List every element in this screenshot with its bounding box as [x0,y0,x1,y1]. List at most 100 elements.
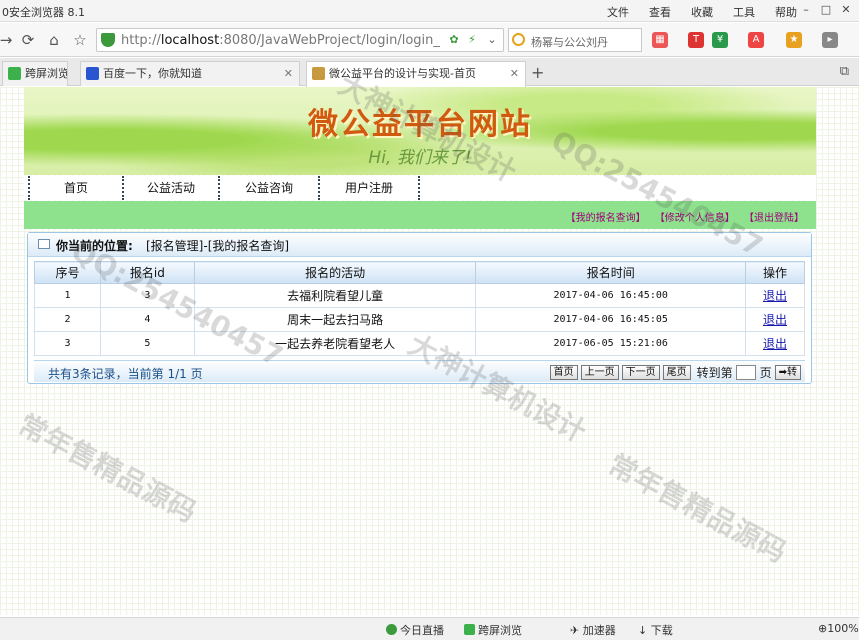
menu-favorites[interactable]: 收藏 [691,4,713,20]
nav-home[interactable]: 首页 [28,176,124,200]
search-box[interactable]: 杨幂与公公刘丹 [508,28,642,52]
play-icon [386,624,397,635]
nav-consulting[interactable]: 公益咨询 [220,176,320,200]
status-download[interactable]: ↓ 下载 [638,622,673,638]
more-icon[interactable]: ▸ [822,32,838,48]
paw-icon [86,67,99,80]
last-page-button[interactable]: 尾页 [662,365,691,380]
registration-panel: 你当前的位置: [报名管理]-[我的报名查询] 序号 报名id 报名的活动 报名… [27,232,812,384]
col-activity: 报名的活动 [193,261,477,284]
new-tab-icon[interactable]: + [531,63,544,82]
user-links: 【我的报名查询】 【修改个人信息】 【退出登陆】 [560,209,804,224]
logout-link[interactable]: 【退出登陆】 [744,213,804,224]
tab-cross-screen[interactable]: 跨屏浏览 [2,61,68,86]
quit-link[interactable]: 退出 [763,289,787,303]
status-zoom[interactable]: ⊕100% [818,622,859,635]
cell-action: 退出 [745,307,805,332]
record-summary: 共有3条记录，当前第 1/1 页 [48,367,203,381]
zoom-icon: ⊕ [818,622,828,635]
status-live[interactable]: 今日直播 [386,622,444,638]
page-unit-label: 页 [759,366,772,380]
search-text[interactable]: 杨幂与公公刘丹 [531,34,637,50]
table-footer: 共有3条记录，当前第 1/1 页 首页 上一页 下一页 尾页 转到第 页 ➡转 [34,360,805,382]
download-icon: ↓ [638,624,651,637]
star-icon[interactable]: ☆ [70,30,90,50]
menu-view[interactable]: 查看 [649,4,671,20]
minimize-icon[interactable]: – [797,2,815,18]
menu-file[interactable]: 文件 [607,4,629,20]
shield-icon [101,33,115,47]
registration-table: 序号 报名id 报名的活动 报名时间 操作 1 3 去福利院看望儿童 2017-… [34,261,805,356]
status-cross-screen[interactable]: 跨屏浏览 [464,622,522,638]
user-bar: 【我的报名查询】 【修改个人信息】 【退出登陆】 [24,201,816,229]
go-button[interactable]: ➡转 [774,365,801,380]
prev-page-button[interactable]: 上一页 [580,365,619,380]
cell-no: 1 [34,283,101,308]
edit-profile-link[interactable]: 【修改个人信息】 [655,213,735,224]
cell-time: 2017-04-06 16:45:05 [475,307,747,332]
watermark: 常年售精品源码 [13,407,202,529]
window-buttons: – □ ✕ [797,2,855,18]
browser-titlebar: 0安全浏览器 8.1 文件 查看 收藏 工具 帮助 – □ ✕ [0,0,859,22]
tab-list-icon[interactable]: ⧉ [840,64,849,79]
close-icon[interactable]: ✕ [837,2,855,18]
jump-label: 转到第 [696,366,733,380]
menu-help[interactable]: 帮助 [775,4,797,20]
browser-menu: 文件 查看 收藏 工具 帮助 [587,4,797,20]
address-url[interactable]: http://localhost:8080/JavaWebProject/log… [121,33,441,48]
my-registrations-link[interactable]: 【我的报名查询】 [566,213,646,224]
phone-icon [8,67,21,80]
address-bar[interactable]: http://localhost:8080/JavaWebProject/log… [96,28,504,52]
tab-baidu[interactable]: 百度一下，你就知道 ✕ [80,61,300,86]
table-header-row: 序号 报名id 报名的活动 报名时间 操作 [34,261,805,284]
nav-activities[interactable]: 公益活动 [124,176,220,200]
col-id: 报名id [99,261,195,284]
site-banner: 微公益平台网站 Hi, 我们来了! [24,87,816,175]
browser-tabs: 跨屏浏览 百度一下，你就知道 ✕ 微公益平台的设计与实现-首页 ✕ + ⧉ [0,58,859,87]
window-icon [38,239,50,249]
game-icon[interactable]: ★ [786,32,802,48]
tab-close-icon[interactable]: ✕ [510,62,519,86]
translate-icon[interactable]: T [688,32,704,48]
page-favicon-icon [312,67,325,80]
rocket-icon: ✈ [570,624,583,637]
back-arrow-icon[interactable]: → [0,30,16,50]
col-no: 序号 [34,261,101,284]
site-title: 微公益平台网站 [308,107,532,142]
accelerate-icon[interactable]: ✿ [447,33,461,47]
menu-tools[interactable]: 工具 [733,4,755,20]
home-icon[interactable]: ⌂ [44,30,64,50]
quit-link[interactable]: 退出 [763,313,787,327]
col-action: 操作 [745,261,805,284]
cell-id: 5 [99,331,195,356]
pager: 首页 上一页 下一页 尾页 转到第 页 ➡转 [547,364,801,381]
phone-icon [464,624,475,635]
apps-grid-icon[interactable]: ▦ [652,32,668,48]
browser-app-title: 0安全浏览器 8.1 [2,6,85,19]
tab-current-page[interactable]: 微公益平台的设计与实现-首页 ✕ [306,61,526,87]
cell-time: 2017-04-06 16:45:00 [475,283,747,308]
location-path: [报名管理]-[我的报名查询] [146,239,290,253]
currency-icon[interactable]: ¥ [712,32,728,48]
cell-time: 2017-06-05 15:21:06 [475,331,747,356]
first-page-button[interactable]: 首页 [549,365,578,380]
browser-navbar: → ⟳ ⌂ ☆ http://localhost:8080/JavaWebPro… [0,23,859,57]
cell-no: 2 [34,307,101,332]
jump-page-input[interactable] [735,365,756,380]
nav-register[interactable]: 用户注册 [320,176,420,200]
lightning-icon[interactable]: ⚡ [465,33,479,47]
maximize-icon[interactable]: □ [817,2,835,18]
tab-close-icon[interactable]: ✕ [284,62,293,86]
screenshot-icon[interactable]: A [748,32,764,48]
next-page-button[interactable]: 下一页 [621,365,660,380]
main-nav: 首页 公益活动 公益咨询 用户注册 [24,176,816,200]
chevron-down-icon[interactable]: ⌄ [485,33,499,47]
table-row: 1 3 去福利院看望儿童 2017-04-06 16:45:00 退出 [34,283,805,308]
web-page: 微公益平台网站 Hi, 我们来了! 首页 公益活动 公益咨询 用户注册 【我的报… [0,68,859,615]
refresh-icon[interactable]: ⟳ [18,30,38,50]
quit-link[interactable]: 退出 [763,337,787,351]
status-accelerator[interactable]: ✈ 加速器 [570,622,616,638]
table-row: 3 5 一起去养老院看望老人 2017-06-05 15:21:06 退出 [34,331,805,356]
panel-header: 你当前的位置: [报名管理]-[我的报名查询] [28,233,811,257]
location-label: 你当前的位置: [56,239,133,253]
